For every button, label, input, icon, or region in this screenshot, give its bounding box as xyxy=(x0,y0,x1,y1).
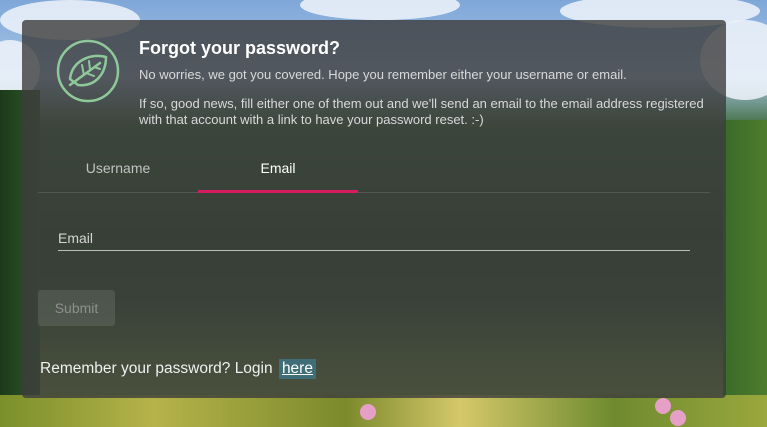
email-field[interactable] xyxy=(58,226,690,250)
email-field-underline xyxy=(58,250,690,251)
login-link[interactable]: here xyxy=(278,359,316,379)
login-prompt-text: Remember your password? Login xyxy=(40,360,273,377)
forgot-password-card: Forgot your password? No worries, we got… xyxy=(22,20,726,398)
leaf-icon xyxy=(56,39,120,103)
tab-bar: Username Email xyxy=(38,152,710,193)
submit-button[interactable]: Submit xyxy=(38,290,115,326)
page-title: Forgot your password? xyxy=(139,38,341,58)
page-description: If so, good news, fill either one of the… xyxy=(139,96,704,127)
page-subtitle: No worries, we got you covered. Hope you… xyxy=(139,67,627,82)
tab-email[interactable]: Email xyxy=(198,152,358,193)
tab-username[interactable]: Username xyxy=(38,152,198,193)
active-tab-indicator xyxy=(198,190,358,193)
login-prompt: Remember your password? Login here xyxy=(40,359,316,379)
